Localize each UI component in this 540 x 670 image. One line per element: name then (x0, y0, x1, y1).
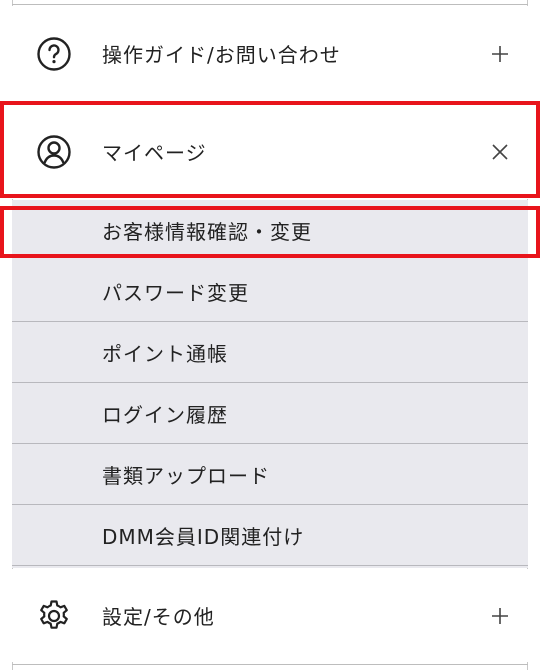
menu-item-guide[interactable]: 操作ガイド/お問い合わせ (12, 6, 528, 101)
plus-icon[interactable] (490, 606, 510, 626)
submenu-item-label: DMM会員ID関連付け (102, 525, 305, 549)
menu-item-guide-label: 操作ガイド/お問い合わせ (102, 43, 341, 67)
submenu-item-label: ログイン履歴 (102, 403, 228, 427)
submenu-item-dmm-link[interactable]: DMM会員ID関連付け (12, 505, 528, 566)
menu-item-settings[interactable]: 設定/その他 (12, 569, 528, 662)
submenu-item-customer-info[interactable]: お客様情報確認・変更 (12, 200, 528, 261)
close-icon[interactable] (490, 142, 510, 162)
divider (12, 565, 528, 566)
submenu-item-points[interactable]: ポイント通帳 (12, 322, 528, 383)
submenu-item-document-upload[interactable]: 書類アップロード (12, 444, 528, 505)
menu-item-settings-label: 設定/その他 (102, 605, 215, 629)
submenu-item-password[interactable]: パスワード変更 (12, 261, 528, 322)
submenu-item-label: お客様情報確認・変更 (102, 220, 312, 244)
submenu-item-label: ポイント通帳 (102, 342, 228, 366)
question-circle-icon (36, 36, 72, 72)
submenu-item-label: 書類アップロード (102, 464, 270, 488)
plus-icon[interactable] (490, 44, 510, 64)
divider (12, 101, 528, 102)
submenu-item-label: パスワード変更 (102, 281, 249, 305)
mypage-submenu: お客様情報確認・変更 パスワード変更 ポイント通帳 ログイン履歴 書類アップロー… (12, 200, 528, 568)
menu-item-mypage-label: マイページ (102, 141, 207, 165)
menu-item-mypage[interactable]: マイページ (12, 104, 528, 199)
gear-icon (36, 598, 72, 634)
divider (12, 664, 528, 665)
submenu-item-login-history[interactable]: ログイン履歴 (12, 383, 528, 444)
top-divider (12, 4, 528, 5)
user-circle-icon (36, 134, 72, 170)
